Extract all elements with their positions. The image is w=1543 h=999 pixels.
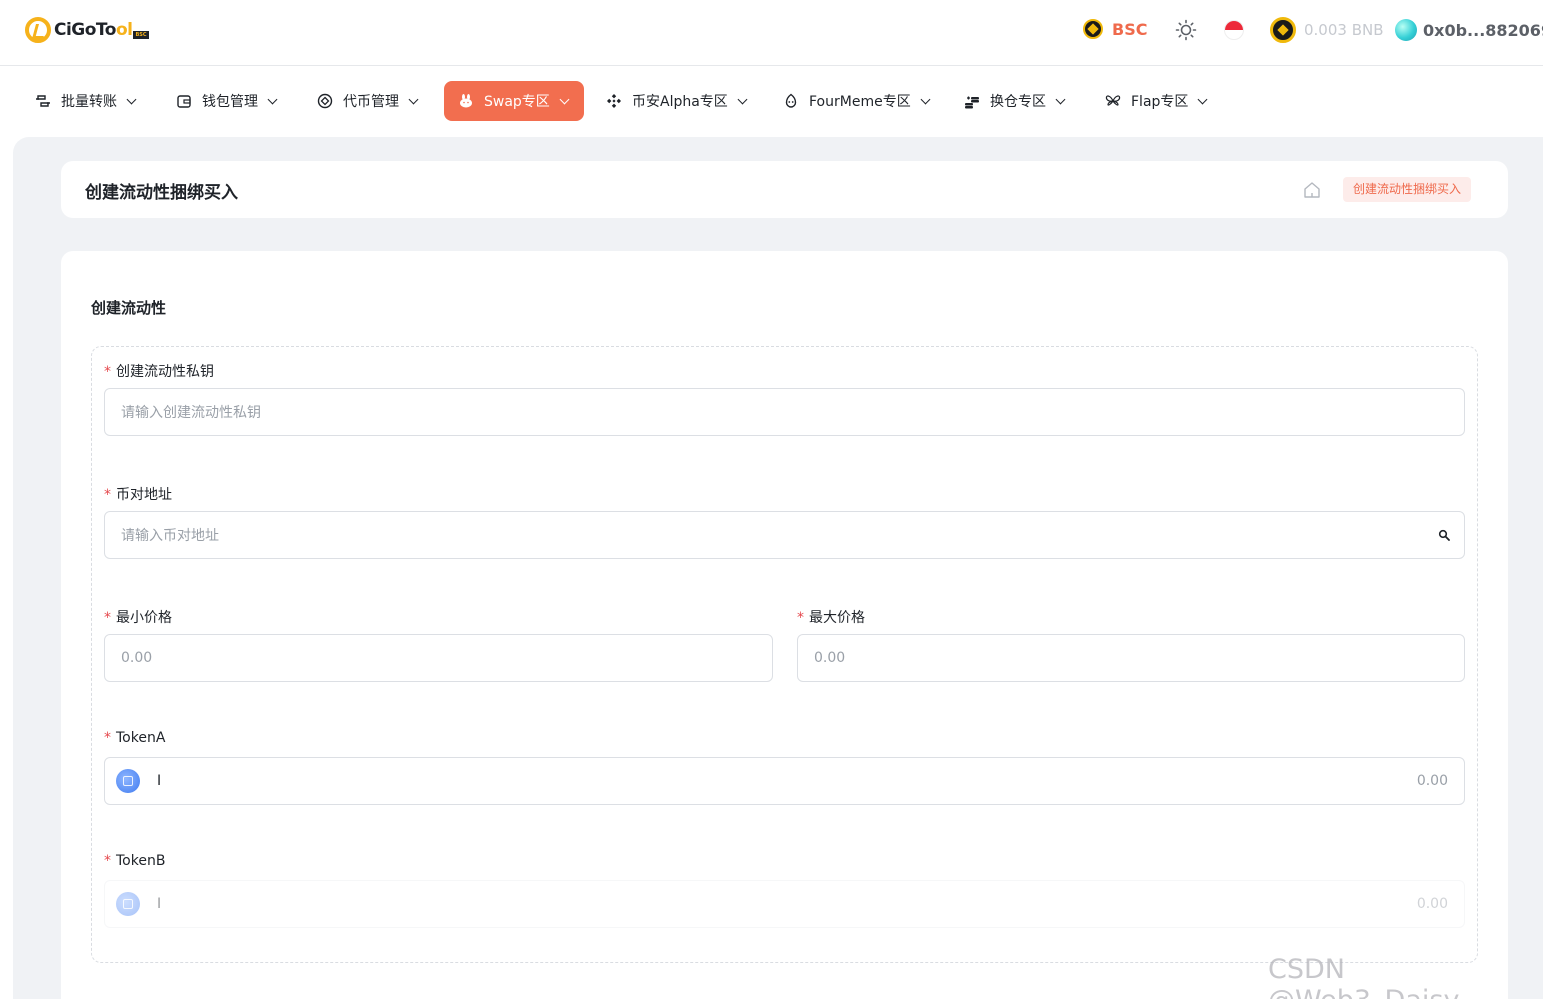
- chain-selector[interactable]: BSC: [1083, 19, 1147, 39]
- min-price-placeholder: 0.00: [121, 650, 153, 666]
- account-address: 0x0b...882069: [1423, 20, 1543, 40]
- chain-label: BSC: [1112, 19, 1148, 39]
- nav-item-label: 换仓专区: [990, 94, 1046, 110]
- chevron-down-icon: [737, 94, 748, 104]
- pair-address-placeholder: 请输入币对地址: [121, 528, 219, 544]
- sun-icon[interactable]: [1175, 19, 1197, 41]
- wallet-icon: [177, 95, 191, 108]
- home-icon[interactable]: [1302, 180, 1322, 200]
- nav-item-label: 钱包管理: [202, 94, 258, 110]
- token-a-label: * TokenA: [104, 730, 165, 746]
- breadcrumb[interactable]: 创建流动性捆绑买入: [1343, 177, 1472, 202]
- balance-text: 0.003 BNB: [1304, 21, 1384, 39]
- chevron-down-icon: [126, 94, 137, 104]
- required-mark: *: [104, 853, 111, 869]
- min-price-label: * 最小价格: [104, 607, 172, 627]
- bsc-chain-icon: [1083, 19, 1103, 39]
- chevron-down-icon: [1055, 94, 1066, 104]
- token-a-name: I: [157, 773, 162, 789]
- nav-item-token[interactable]: 代币管理: [303, 81, 431, 121]
- token-b-coin-icon: [116, 892, 140, 916]
- label-text: 最大价格: [809, 610, 865, 626]
- nav-item-binance-alpha[interactable]: 币安Alpha专区: [592, 81, 760, 121]
- binance-icon: [607, 94, 621, 108]
- label-text: 创建流动性私钥: [116, 364, 214, 380]
- account-button[interactable]: 0x0b...882069: [1395, 19, 1543, 41]
- logo-text: CiGoTool: [54, 20, 133, 40]
- nav-item-label: 代币管理: [343, 94, 399, 110]
- bnb-icon: [1270, 17, 1296, 43]
- logo-text-part: CiGoTo: [54, 20, 116, 40]
- chevron-down-icon: [559, 94, 570, 104]
- token-b-name: I: [157, 896, 162, 912]
- rabbit-icon: [460, 94, 472, 108]
- logo-badge: BSC: [133, 31, 149, 39]
- label-text: TokenB: [116, 853, 166, 869]
- transfer-icon: [36, 95, 50, 107]
- page-title: 创建流动性捆绑买入: [85, 183, 238, 203]
- nav-item-flap[interactable]: Flap专区: [1091, 81, 1220, 121]
- nav-item-wallet[interactable]: 钱包管理: [162, 81, 290, 121]
- token-b-label: * TokenB: [104, 853, 165, 869]
- nav-item-label: Flap专区: [1131, 94, 1189, 110]
- nav-item-batch-transfer[interactable]: 批量转账: [21, 81, 149, 121]
- section-title: 创建流动性: [91, 299, 167, 317]
- search-icon[interactable]: [1438, 529, 1450, 541]
- nav-item-label: FourMeme专区: [809, 94, 911, 110]
- chevron-down-icon: [1197, 94, 1208, 104]
- watermark: CSDN @Web3_Daisy: [1268, 954, 1459, 999]
- min-price-input[interactable]: 0.00: [104, 634, 773, 682]
- language-flag-icon[interactable]: [1224, 20, 1244, 40]
- nav-item-fourmeme[interactable]: FourMeme专区: [769, 81, 943, 121]
- wallet-balance: 0.003 BNB: [1270, 17, 1384, 43]
- max-price-input[interactable]: 0.00: [797, 634, 1465, 682]
- chevron-down-icon: [920, 94, 931, 104]
- token-b-amount: 0.00: [1416, 896, 1448, 912]
- logo-mark-icon: [25, 17, 51, 43]
- label-text: 最小价格: [116, 610, 172, 626]
- nav-item-label: 币安Alpha专区: [632, 94, 728, 110]
- top-header: CiGoTool BSC BSC 0.003 BNB 0x0b...882069: [0, 0, 1543, 66]
- avatar: [1395, 19, 1417, 41]
- required-mark: *: [797, 610, 804, 626]
- required-mark: *: [104, 364, 111, 380]
- label-text: 币对地址: [116, 487, 172, 503]
- max-price-label: * 最大价格: [797, 607, 865, 627]
- required-mark: *: [104, 730, 111, 746]
- nav-item-label: Swap专区: [484, 94, 550, 110]
- logo[interactable]: CiGoTool BSC: [25, 16, 149, 44]
- max-price-placeholder: 0.00: [814, 650, 846, 666]
- private-key-placeholder: 请输入创建流动性私钥: [121, 405, 261, 421]
- pair-address-label: * 币对地址: [104, 484, 172, 504]
- label-text: TokenA: [116, 730, 166, 746]
- main-content: 创建流动性捆绑买入 创建流动性捆绑买入 创建流动性 * 创建流动性私钥 请输入创建…: [13, 137, 1543, 999]
- butterfly-icon: [1105, 95, 1121, 106]
- pair-address-input[interactable]: 请输入币对地址: [104, 511, 1465, 559]
- nav-item-position-swap[interactable]: 换仓专区: [950, 81, 1078, 121]
- main-nav: 批量转账 钱包管理 代币管理 Swap专区 币安Alpha专区 FourMeme…: [0, 66, 1543, 137]
- form-card: 创建流动性 * 创建流动性私钥 请输入创建流动性私钥 * 币对地址 请输入币对地址 …: [61, 251, 1508, 999]
- required-mark: *: [104, 610, 111, 626]
- logo-text-accent: ol: [115, 20, 133, 40]
- form-group: * 创建流动性私钥 请输入创建流动性私钥 * 币对地址 请输入币对地址 * 最小价格 …: [91, 346, 1478, 963]
- fourmeme-icon: [785, 93, 797, 108]
- token-icon: [317, 93, 333, 109]
- nav-item-label: 批量转账: [61, 94, 117, 110]
- private-key-label: * 创建流动性私钥: [104, 361, 214, 381]
- chevron-down-icon: [267, 94, 278, 104]
- nav-item-swap[interactable]: Swap专区: [444, 81, 584, 121]
- token-b-input[interactable]: I 0.00: [104, 880, 1465, 928]
- token-a-coin-icon: [116, 769, 140, 793]
- page-header-card: 创建流动性捆绑买入 创建流动性捆绑买入: [61, 161, 1508, 218]
- token-a-amount: 0.00: [1416, 773, 1448, 789]
- private-key-input[interactable]: 请输入创建流动性私钥: [104, 388, 1465, 436]
- chevron-down-icon: [408, 94, 419, 104]
- token-a-input[interactable]: I 0.00: [104, 757, 1465, 805]
- coins-stack-icon: [965, 96, 979, 109]
- required-mark: *: [104, 487, 111, 503]
